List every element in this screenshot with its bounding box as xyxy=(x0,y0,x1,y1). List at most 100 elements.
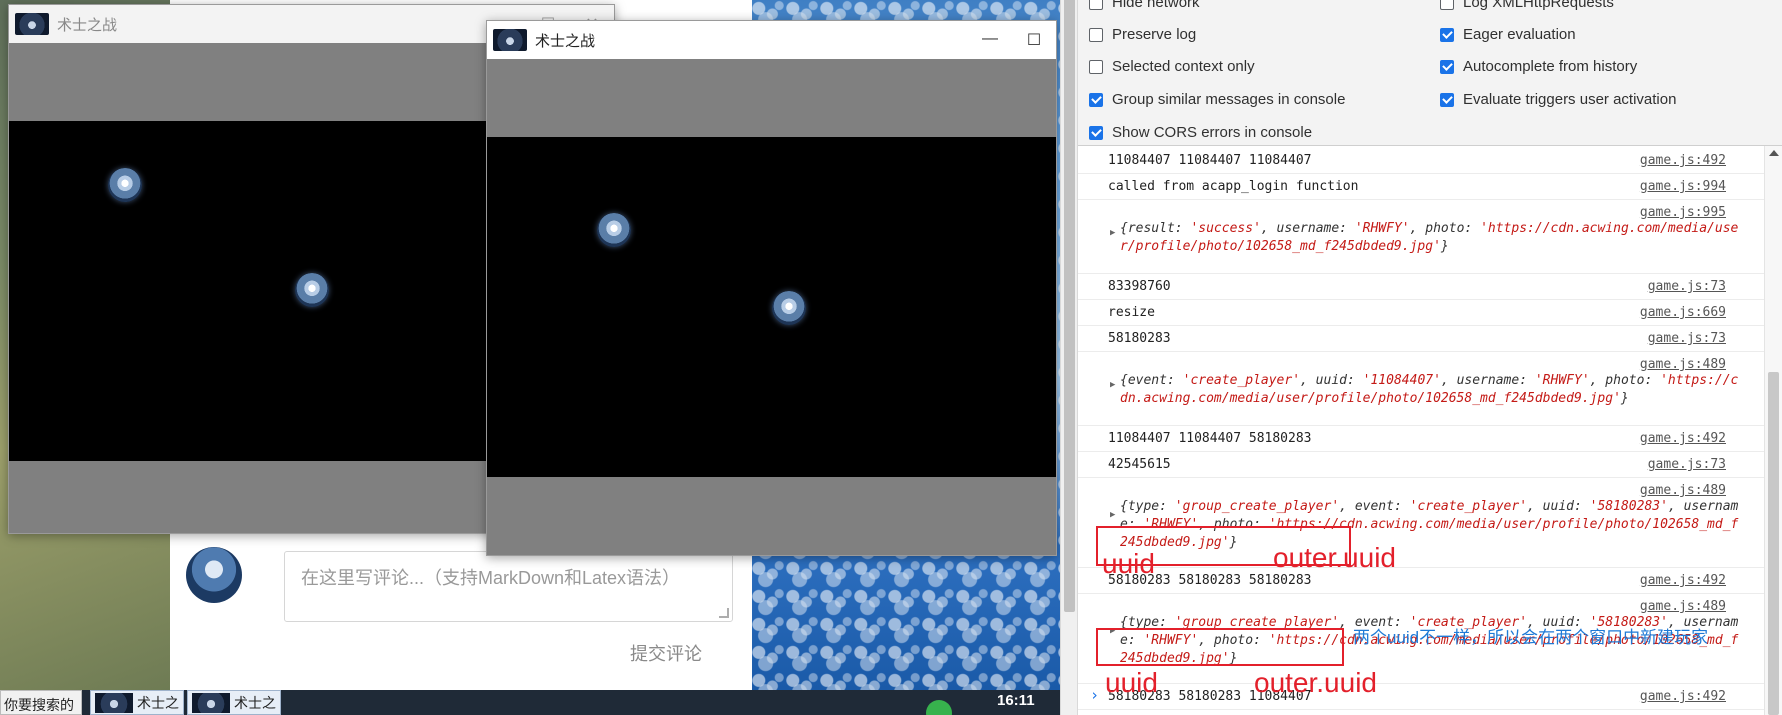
checkbox[interactable] xyxy=(1440,92,1454,107)
checkbox[interactable] xyxy=(1089,27,1103,42)
setting-label: Show CORS errors in console xyxy=(1112,124,1313,141)
setting-label: Eager evaluation xyxy=(1463,26,1576,43)
console-row: 58169211game.js:73 xyxy=(1078,710,1768,715)
source-link[interactable]: game.js:73 xyxy=(1648,331,1726,346)
setting-option[interactable]: Eager evaluation xyxy=(1440,26,1576,43)
window-titlebar[interactable]: 术士之战 — ☐ xyxy=(487,21,1056,59)
setting-option[interactable]: Evaluate triggers user activation xyxy=(1440,91,1676,108)
console-object[interactable]: {event: 'create_player', uuid: '11084407… xyxy=(1120,372,1740,408)
setting-option[interactable]: Selected context only xyxy=(1089,58,1255,75)
maximize-icon[interactable]: ☐ xyxy=(1012,30,1056,50)
window-title: 术士之战 xyxy=(535,32,596,50)
object-key: , photo: xyxy=(1589,373,1661,388)
checkbox[interactable] xyxy=(1440,27,1454,42)
setting-option[interactable]: Group similar messages in console xyxy=(1089,91,1345,108)
player-ball xyxy=(108,168,142,202)
console-message: resize xyxy=(1108,305,1155,320)
console-row: 83398760 game.js:73 xyxy=(1078,274,1768,300)
expand-triangle-icon[interactable]: ▶ xyxy=(1110,228,1115,238)
minimize-icon[interactable]: — xyxy=(968,30,1012,50)
resize-grip-icon[interactable] xyxy=(719,608,729,618)
taskbar-search[interactable]: 你要搜索的 xyxy=(0,690,82,715)
string-value: 'create_player' xyxy=(1409,499,1528,514)
submit-comment-button[interactable]: 提交评论 xyxy=(630,640,702,666)
source-link[interactable]: game.js:995 xyxy=(1640,205,1726,220)
player-ball xyxy=(597,213,631,247)
expand-triangle-icon[interactable]: ▶ xyxy=(1110,380,1115,390)
player-ball xyxy=(772,291,806,325)
string-value: 'RHWFY' xyxy=(1354,221,1410,236)
scrollbar-thumb[interactable] xyxy=(1768,372,1779,715)
scrollbar-thumb[interactable] xyxy=(1064,0,1075,612)
checkbox[interactable] xyxy=(1089,59,1103,74)
console-message: 83398760 xyxy=(1108,279,1171,294)
source-link[interactable]: game.js:492 xyxy=(1640,431,1726,446)
window-title: 术士之战 xyxy=(57,16,118,34)
setting-label: Hide network xyxy=(1112,0,1200,11)
expand-triangle-icon[interactable]: ▶ xyxy=(1110,510,1115,520)
source-link[interactable]: game.js:492 xyxy=(1640,573,1726,588)
annotation-note: 两个uuid不一样，所以会在两个窗口中新建玩家 xyxy=(1353,628,1709,647)
source-link[interactable]: game.js:492 xyxy=(1640,153,1726,168)
object-key: {event: xyxy=(1120,373,1183,388)
user-avatar xyxy=(186,547,242,603)
string-value: 'RHWFY' xyxy=(1534,373,1590,388)
string-value: '11084407' xyxy=(1362,373,1441,388)
console-row: 58180283 58180283 11084407 game.js:492 xyxy=(1078,684,1768,710)
console-message: 42545615 xyxy=(1108,457,1171,472)
setting-label: Autocomplete from history xyxy=(1463,58,1638,75)
page-scrollbar[interactable] xyxy=(1060,0,1078,715)
string-value: 'group_create_player' xyxy=(1174,499,1340,514)
object-key: , uuid: xyxy=(1527,499,1590,514)
checkbox[interactable] xyxy=(1089,92,1103,107)
player-ball xyxy=(295,273,329,307)
console-row: ▶ {result: 'success', username: 'RHWFY', … xyxy=(1078,200,1768,274)
comment-placeholder: 在这里写评论...（支持MarkDown和Latex语法） xyxy=(301,568,681,588)
setting-option[interactable]: Preserve log xyxy=(1089,26,1196,43)
source-link[interactable]: game.js:489 xyxy=(1640,357,1726,372)
checkbox[interactable] xyxy=(1440,59,1454,74)
annotation-uuid-label: uuid xyxy=(1105,667,1158,698)
string-value: 'create_player' xyxy=(1182,373,1301,388)
setting-option[interactable]: Autocomplete from history xyxy=(1440,58,1637,75)
annotation-outer-uuid-label: outer.uuid xyxy=(1254,667,1377,698)
taskbar-app-label: 术士之 xyxy=(137,694,179,711)
object-key: , event: xyxy=(1339,499,1410,514)
source-link[interactable]: game.js:492 xyxy=(1640,689,1726,704)
scroll-up-icon[interactable] xyxy=(1769,150,1779,156)
comment-input[interactable]: 在这里写评论...（支持MarkDown和Latex语法） xyxy=(284,551,733,622)
source-link[interactable]: game.js:73 xyxy=(1648,279,1726,294)
console-row: 11084407 11084407 11084407 game.js:492 xyxy=(1078,148,1768,174)
game-window-front[interactable]: 术士之战 — ☐ xyxy=(486,20,1057,556)
object-key: } xyxy=(1440,239,1449,254)
console-row: ▶ {event: 'create_player', uuid: '1108440… xyxy=(1078,352,1768,426)
console-object[interactable]: {result: 'success', username: 'RHWFY', p… xyxy=(1120,220,1740,256)
devtools-panel: Hide network Preserve log Selected context… xyxy=(1078,0,1782,715)
setting-option[interactable]: Hide network xyxy=(1089,0,1200,11)
setting-label: Log XMLHttpRequests xyxy=(1463,0,1614,11)
checkbox[interactable] xyxy=(1089,125,1103,140)
string-value: '58180283' xyxy=(1589,499,1668,514)
source-link[interactable]: game.js:489 xyxy=(1640,599,1726,614)
console-settings: Hide network Preserve log Selected context… xyxy=(1078,0,1782,146)
source-link[interactable]: game.js:73 xyxy=(1648,457,1726,472)
source-link[interactable]: game.js:489 xyxy=(1640,483,1726,498)
console-row: 58180283 58180283 58180283 game.js:492 xyxy=(1078,568,1768,594)
setting-option[interactable]: Log XMLHttpRequests xyxy=(1440,0,1614,11)
console-scrollbar[interactable] xyxy=(1764,146,1782,715)
source-link[interactable]: game.js:669 xyxy=(1640,305,1726,320)
app-icon xyxy=(493,29,527,51)
console-row: resize game.js:669 xyxy=(1078,300,1768,326)
setting-option[interactable]: Show CORS errors in console xyxy=(1089,124,1312,141)
checkbox[interactable] xyxy=(1089,0,1103,10)
taskbar-app-label: 术士之 xyxy=(234,694,276,711)
source-link[interactable]: game.js:994 xyxy=(1640,179,1726,194)
game-canvas[interactable] xyxy=(487,59,1056,555)
object-key: } xyxy=(1620,391,1629,406)
taskbar-app-button[interactable]: 术士之 xyxy=(187,690,281,715)
checkbox[interactable] xyxy=(1440,0,1454,10)
console-prompt-icon[interactable]: › xyxy=(1090,686,1099,704)
taskbar-app-button[interactable]: 术士之 xyxy=(90,690,184,715)
console-row: 42545615 game.js:73 xyxy=(1078,452,1768,478)
console-message: 58180283 xyxy=(1108,331,1171,346)
